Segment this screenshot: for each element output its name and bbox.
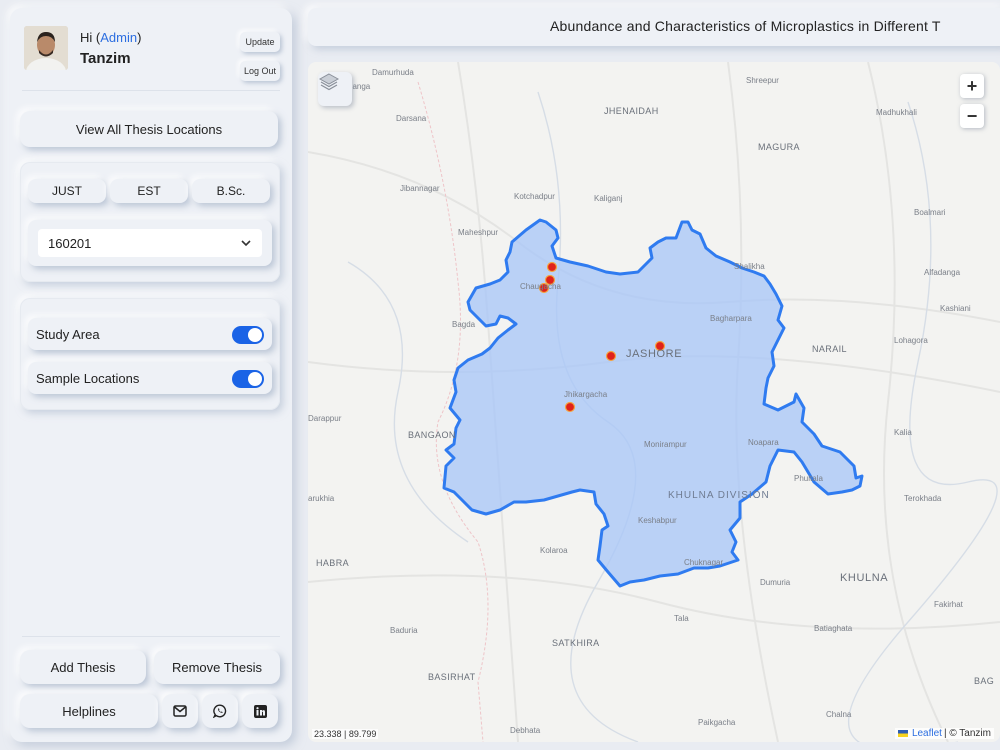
map-label: SATKHIRA (552, 638, 600, 648)
degree-chip[interactable]: B.Sc. (192, 179, 270, 203)
map-label: Damurhuda (372, 68, 414, 77)
map-label: Bagharpara (710, 314, 752, 323)
student-id-select[interactable]: 160201 (38, 229, 262, 257)
map-label: Kolaroa (540, 546, 568, 555)
map-label: Lohagora (894, 336, 928, 345)
map-label: Monirampur (644, 440, 687, 449)
map-label: NARAIL (812, 344, 847, 354)
map-label: Alfadanga (924, 268, 961, 277)
map-label: Darsana (396, 114, 427, 123)
map-label: JHENAIDAH (604, 106, 659, 116)
map-label: Chalna (826, 710, 852, 719)
department-chip[interactable]: EST (110, 179, 188, 203)
sample-locations-toggle-row[interactable]: Sample Locations (28, 362, 272, 394)
map-label: Fakirhat (934, 600, 963, 609)
map-label: Chaugacha (520, 282, 561, 291)
map-label: Kaliganj (594, 194, 623, 203)
map-label: Jhikargacha (564, 390, 608, 399)
map-label: Maheshpur (458, 228, 499, 237)
map-label: Madhukhali (876, 108, 917, 117)
page-title: Abundance and Characteristics of Micropl… (550, 18, 941, 34)
leaflet-link[interactable]: Leaflet (912, 728, 942, 739)
sample-locations-switch[interactable] (232, 370, 264, 388)
map-label: Kalia (894, 428, 912, 437)
map-label: Baduria (390, 626, 418, 635)
map-label: Debhata (510, 726, 541, 735)
zoom-in-button[interactable]: + (960, 74, 984, 98)
logout-button[interactable]: Log Out (240, 61, 280, 81)
map-label: Paikgacha (698, 718, 736, 727)
map-label: Tala (674, 614, 689, 623)
map-label: Kashiani (940, 304, 971, 313)
layers-control-button[interactable] (318, 72, 352, 106)
map-attribution: Leaflet | © Tanzim (894, 728, 994, 739)
map-label: Noapara (748, 438, 779, 447)
chevron-down-icon (241, 240, 251, 247)
add-thesis-button[interactable]: Add Thesis (20, 650, 146, 684)
sample-locations-label: Sample Locations (36, 370, 140, 386)
map-label: Terokhada (904, 494, 942, 503)
map-label: Chuknagar (684, 558, 724, 567)
map-label: Phultala (794, 474, 823, 483)
attribution-text: | © Tanzim (943, 728, 991, 739)
map-label: arukhia (308, 494, 335, 503)
map-label: BASIRHAT (428, 672, 476, 682)
zoom-out-button[interactable]: − (960, 104, 984, 128)
sample-point[interactable] (605, 350, 617, 362)
map-label: Shreepur (746, 76, 779, 85)
divider (22, 90, 280, 91)
divider (22, 636, 280, 637)
sidebar: Hi (Admin) Tanzim Update Log Out View Al… (10, 8, 292, 742)
linkedin-icon (253, 704, 267, 718)
map-label: Shalikha (734, 262, 765, 271)
avatar (24, 26, 68, 70)
map-label: Batiaghata (814, 624, 853, 633)
whatsapp-button[interactable] (202, 694, 238, 728)
map-label: KHULNA (840, 572, 889, 584)
map-label: HABRA (316, 558, 350, 568)
student-id-value: 160201 (48, 235, 92, 251)
map-label: Kotchadpur (514, 192, 555, 201)
study-area-switch[interactable] (232, 326, 264, 344)
map-view[interactable]: Damurhuda danga JHENAIDAH Shreepur Madhu… (308, 62, 1000, 742)
user-profile: Hi (Admin) Tanzim Update Log Out (24, 26, 280, 88)
layers-icon (318, 73, 340, 91)
map-base (308, 62, 1000, 742)
map-label: Bagda (452, 320, 476, 329)
ukraine-flag-icon (897, 730, 908, 737)
map-label: BANGAON (408, 430, 456, 440)
coordinates-readout: 23.338 | 89.799 (312, 729, 379, 739)
linkedin-button[interactable] (242, 694, 278, 728)
study-area-label: Study Area (36, 326, 100, 342)
mail-button[interactable] (162, 694, 198, 728)
map-label: Jibannagar (400, 184, 440, 193)
title-bar: Abundance and Characteristics of Micropl… (308, 8, 1000, 46)
mail-icon (173, 705, 187, 717)
map-label: JASHORE (626, 348, 683, 360)
user-name: Tanzim (80, 50, 131, 67)
map-label: Dumuria (760, 578, 791, 587)
helplines-button[interactable]: Helplines (20, 694, 158, 728)
greeting-text: Hi (80, 30, 93, 45)
update-button[interactable]: Update (240, 32, 280, 52)
map-label: Boalmari (914, 208, 946, 217)
map-label: BAG (974, 676, 995, 686)
study-area-toggle-row[interactable]: Study Area (28, 318, 272, 350)
map-label: Darappur (308, 414, 342, 423)
remove-thesis-button[interactable]: Remove Thesis (154, 650, 280, 684)
map-label: Keshabpur (638, 516, 677, 525)
map-label: KHULNA DIVISION (668, 490, 770, 501)
sample-point[interactable] (546, 261, 558, 273)
greeting: Hi (Admin) (80, 30, 142, 45)
sample-point[interactable] (564, 401, 576, 413)
user-role: Admin (100, 30, 138, 45)
view-all-thesis-button[interactable]: View All Thesis Locations (20, 111, 278, 147)
university-chip[interactable]: JUST (28, 179, 106, 203)
whatsapp-icon (213, 704, 227, 718)
study-area-polygon[interactable] (442, 218, 864, 588)
map-label: MAGURA (758, 142, 800, 152)
